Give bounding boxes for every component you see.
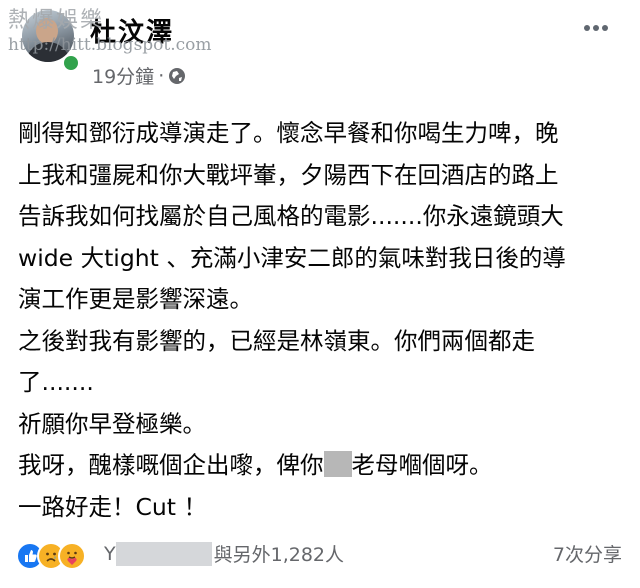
share-count[interactable]: 7次分享 — [553, 540, 622, 567]
post-footer: Y 與另外1,282人 7次分享 — [0, 532, 640, 576]
care-icon — [58, 542, 86, 570]
post-timestamp[interactable]: 19分鐘 — [92, 62, 154, 89]
redacted-name — [115, 541, 212, 566]
post-line: 一路好走！Cut ！ — [18, 492, 207, 521]
post-line: 祈願你早登極樂。 — [18, 409, 206, 438]
globe-icon[interactable] — [168, 67, 186, 85]
watermark-url: http://hitt.blogspot.com — [8, 35, 212, 55]
post-line-end: 老母嗰個呀。 — [351, 451, 493, 479]
post-line-start: 我呀，醜樣嘅個企出嚟，俾你 — [18, 451, 324, 479]
post-meta: 19分鐘 · — [92, 62, 186, 89]
reaction-count: 與另外1,282人 — [213, 544, 345, 566]
post-line-redacted: 我呀，醜樣嘅個企出嚟，俾你 老母嗰個呀。 — [18, 445, 626, 487]
reaction-icons[interactable] — [16, 542, 86, 570]
reaction-names[interactable]: Y 與另外1,282人 — [104, 540, 344, 567]
post-line: 了....... — [18, 368, 94, 396]
meta-separator: · — [158, 64, 165, 87]
post-line: 剛得知鄧衍成導演走了。懷念早餐和你喝生力啤，晚 — [18, 119, 559, 147]
more-dot-icon — [593, 25, 599, 31]
more-dot-icon — [602, 25, 608, 31]
redacted-word — [323, 451, 352, 477]
post-body: 剛得知鄧衍成導演走了。懷念早餐和你喝生力啤，晚 上我和彊屍和你大戰坪輋，夕陽西下… — [18, 113, 626, 528]
post-line: 上我和彊屍和你大戰坪輋，夕陽西下在回酒店的路上 — [18, 160, 559, 189]
more-options-button[interactable] — [584, 16, 616, 32]
post-line: wide 大tight 、充滿小津安二郎的氣味對我日後的導 — [18, 243, 566, 272]
post-line: 告訴我如何找屬於自己風格的電影.......你永遠鏡頭大 — [18, 202, 564, 230]
online-status-icon — [62, 54, 80, 72]
reaction-name-initial: Y — [104, 542, 116, 565]
post-header: 杜汶澤 熱爆娛樂 http://hitt.blogspot.com 19分鐘 · — [0, 0, 640, 95]
post-line: 演工作更是影響深遠。 — [18, 285, 253, 313]
watermark-title: 熱爆娛樂 — [8, 8, 105, 33]
post-line: 之後對我有影響的，已經是林嶺東。你們兩個都走 — [18, 326, 535, 355]
more-dot-icon — [584, 25, 590, 31]
watermark: 熱爆娛樂 http://hitt.blogspot.com — [8, 2, 212, 55]
